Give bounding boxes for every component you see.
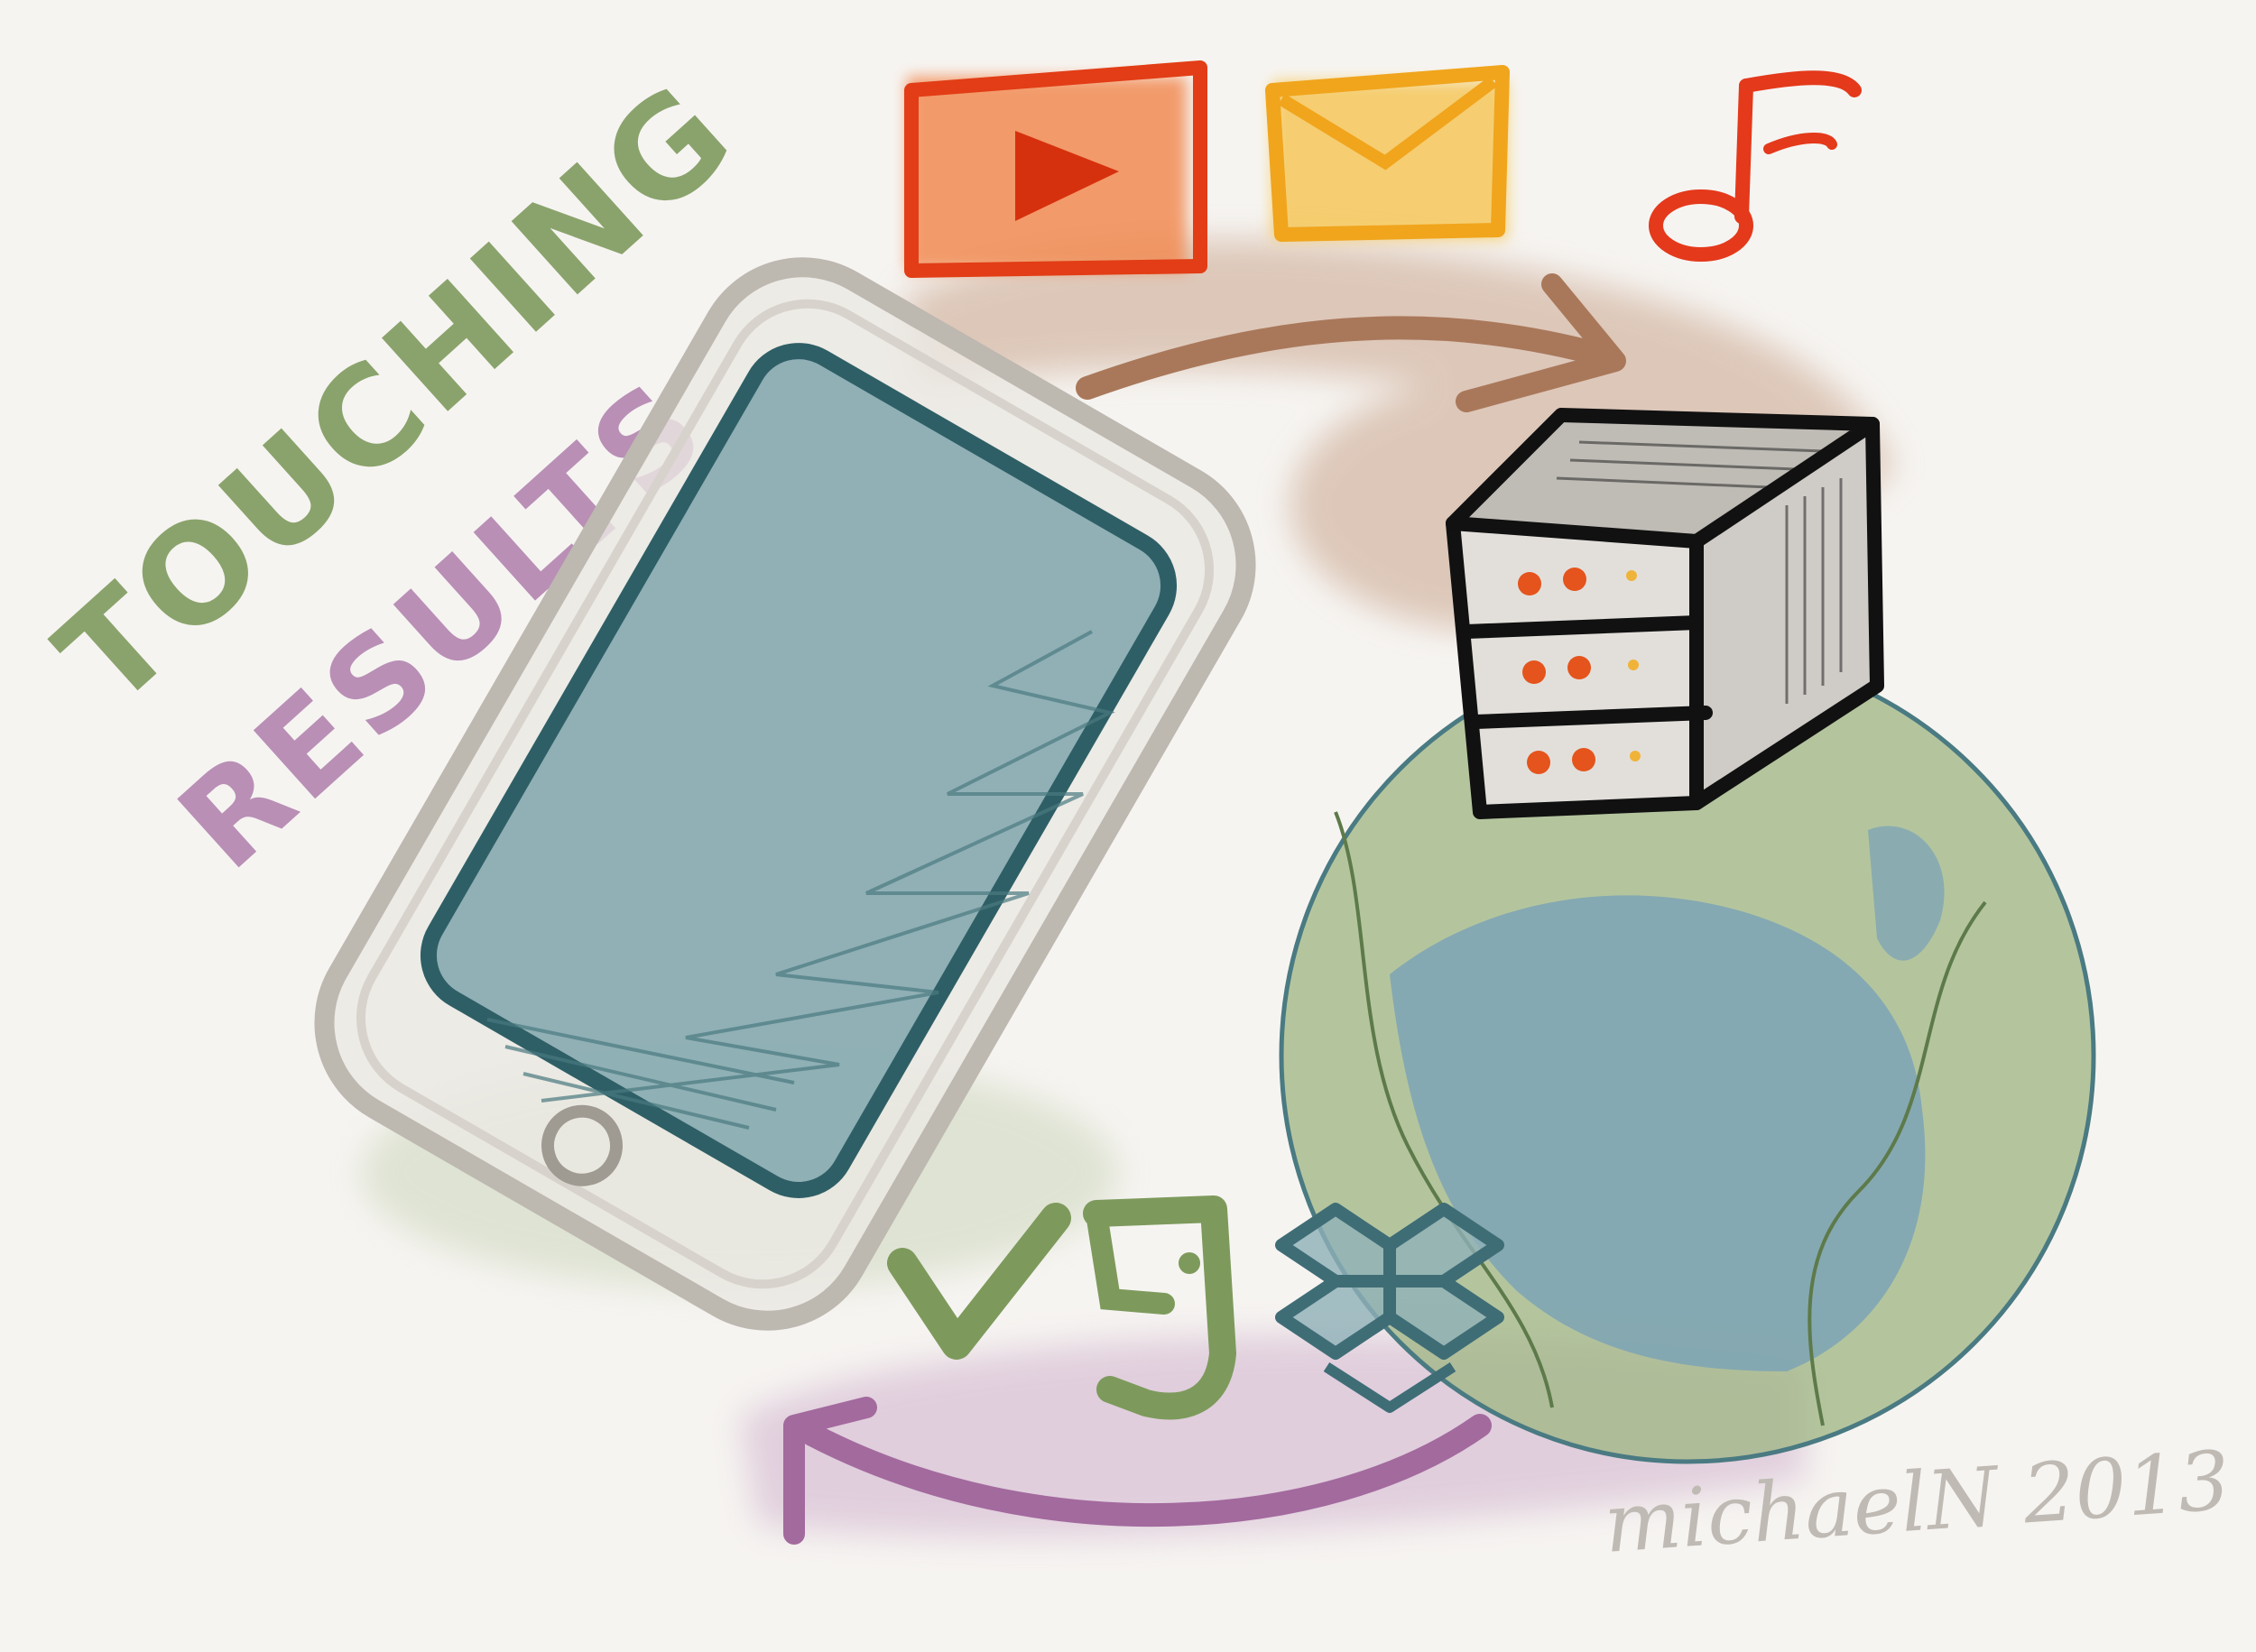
music-note-icon: [1649, 70, 1862, 262]
illustration: TOUCHING RESULTS michaelN 2013: [0, 0, 2256, 1652]
mail-envelope-icon: [1265, 65, 1510, 242]
sketch-artwork: TOUCHING RESULTS michaelN 2013: [30, 53, 2233, 1572]
video-play-icon: [904, 60, 1207, 278]
